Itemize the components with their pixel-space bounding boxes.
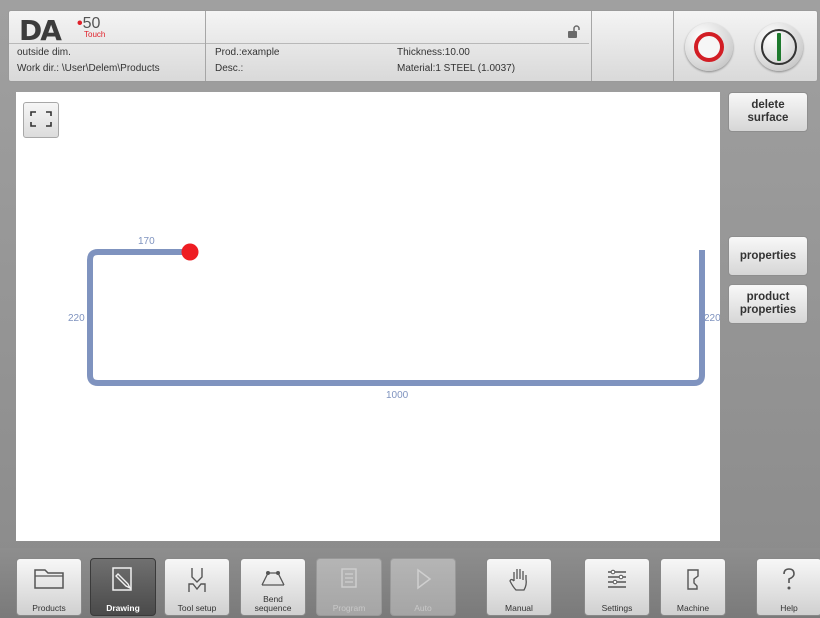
nav-label: Tool setup xyxy=(177,603,217,613)
nav-auto-button[interactable]: Auto xyxy=(390,558,456,616)
header-bar: DA •50 Touch outside dim. Work dir.: \Us… xyxy=(8,10,818,82)
nav-settings-button[interactable]: Settings xyxy=(584,558,650,616)
hand-icon xyxy=(509,569,527,591)
work-directory: Work dir.: \User\Delem\Products xyxy=(17,63,160,74)
bend-sequence-icon xyxy=(261,571,285,586)
nav-products-button[interactable]: Products xyxy=(16,558,82,616)
bent-profile-line xyxy=(87,249,705,386)
delete-surface-button[interactable]: delete surface xyxy=(728,92,808,132)
product-properties-button[interactable]: product properties xyxy=(728,284,808,324)
start-icon xyxy=(777,33,781,61)
nav-tool-setup-button[interactable]: Tool setup xyxy=(164,558,230,616)
logo: DA •50 Touch xyxy=(19,14,209,47)
nav-label: Program xyxy=(332,603,366,613)
material-value: Material:1 STEEL (1.0037) xyxy=(397,63,516,74)
unlock-icon[interactable] xyxy=(567,25,581,39)
tool-setup-icon xyxy=(188,568,206,592)
header-separator xyxy=(591,11,592,81)
nav-label: Bend sequence xyxy=(254,594,292,613)
nav-machine-button[interactable]: Machine xyxy=(660,558,726,616)
nav-bend-sequence-button[interactable]: Bend sequence xyxy=(240,558,306,616)
nav-help-button[interactable]: Help xyxy=(756,558,820,616)
nav-label: Auto xyxy=(414,603,432,613)
folder-icon xyxy=(34,569,64,589)
status-box xyxy=(601,11,683,81)
dimension-mode: outside dim. xyxy=(17,47,71,58)
help-icon xyxy=(783,568,795,590)
logo-edition: Touch xyxy=(84,30,106,39)
play-icon xyxy=(417,568,432,590)
nav-label: Help xyxy=(780,603,798,613)
dim-label-right: 220 xyxy=(704,313,720,324)
product-description: Desc.: xyxy=(215,63,244,74)
nav-label: Products xyxy=(32,603,66,613)
drawing-canvas[interactable]: 170 220 220 1000 xyxy=(16,92,720,541)
drawing-icon xyxy=(112,567,132,591)
product-name: Prod.:example xyxy=(215,47,280,58)
dim-label-bottom: 1000 xyxy=(386,390,409,401)
nav-label: Machine xyxy=(676,603,710,613)
machine-icon xyxy=(687,569,699,590)
stop-icon xyxy=(694,32,724,62)
nav-manual-button[interactable]: Manual xyxy=(486,558,552,616)
header-separator xyxy=(205,11,206,81)
header-divider xyxy=(9,43,589,44)
nav-label: Manual xyxy=(505,603,533,613)
dim-label-left: 220 xyxy=(68,313,85,324)
nav-program-button[interactable]: Program xyxy=(316,558,382,616)
profile-endpoint-marker xyxy=(181,243,199,261)
profile-drawing: 170 220 220 1000 xyxy=(68,236,720,401)
nav-label: Drawing xyxy=(106,603,140,613)
nav-drawing-button[interactable]: Drawing xyxy=(90,558,156,616)
dim-label-top: 170 xyxy=(138,236,155,247)
program-icon xyxy=(341,568,357,588)
properties-button[interactable]: properties xyxy=(728,236,808,276)
stop-button[interactable] xyxy=(685,23,733,71)
nav-label: Settings xyxy=(601,603,633,613)
settings-icon xyxy=(608,569,626,588)
start-button[interactable] xyxy=(755,23,803,71)
thickness-value: Thickness:10.00 xyxy=(397,47,470,58)
